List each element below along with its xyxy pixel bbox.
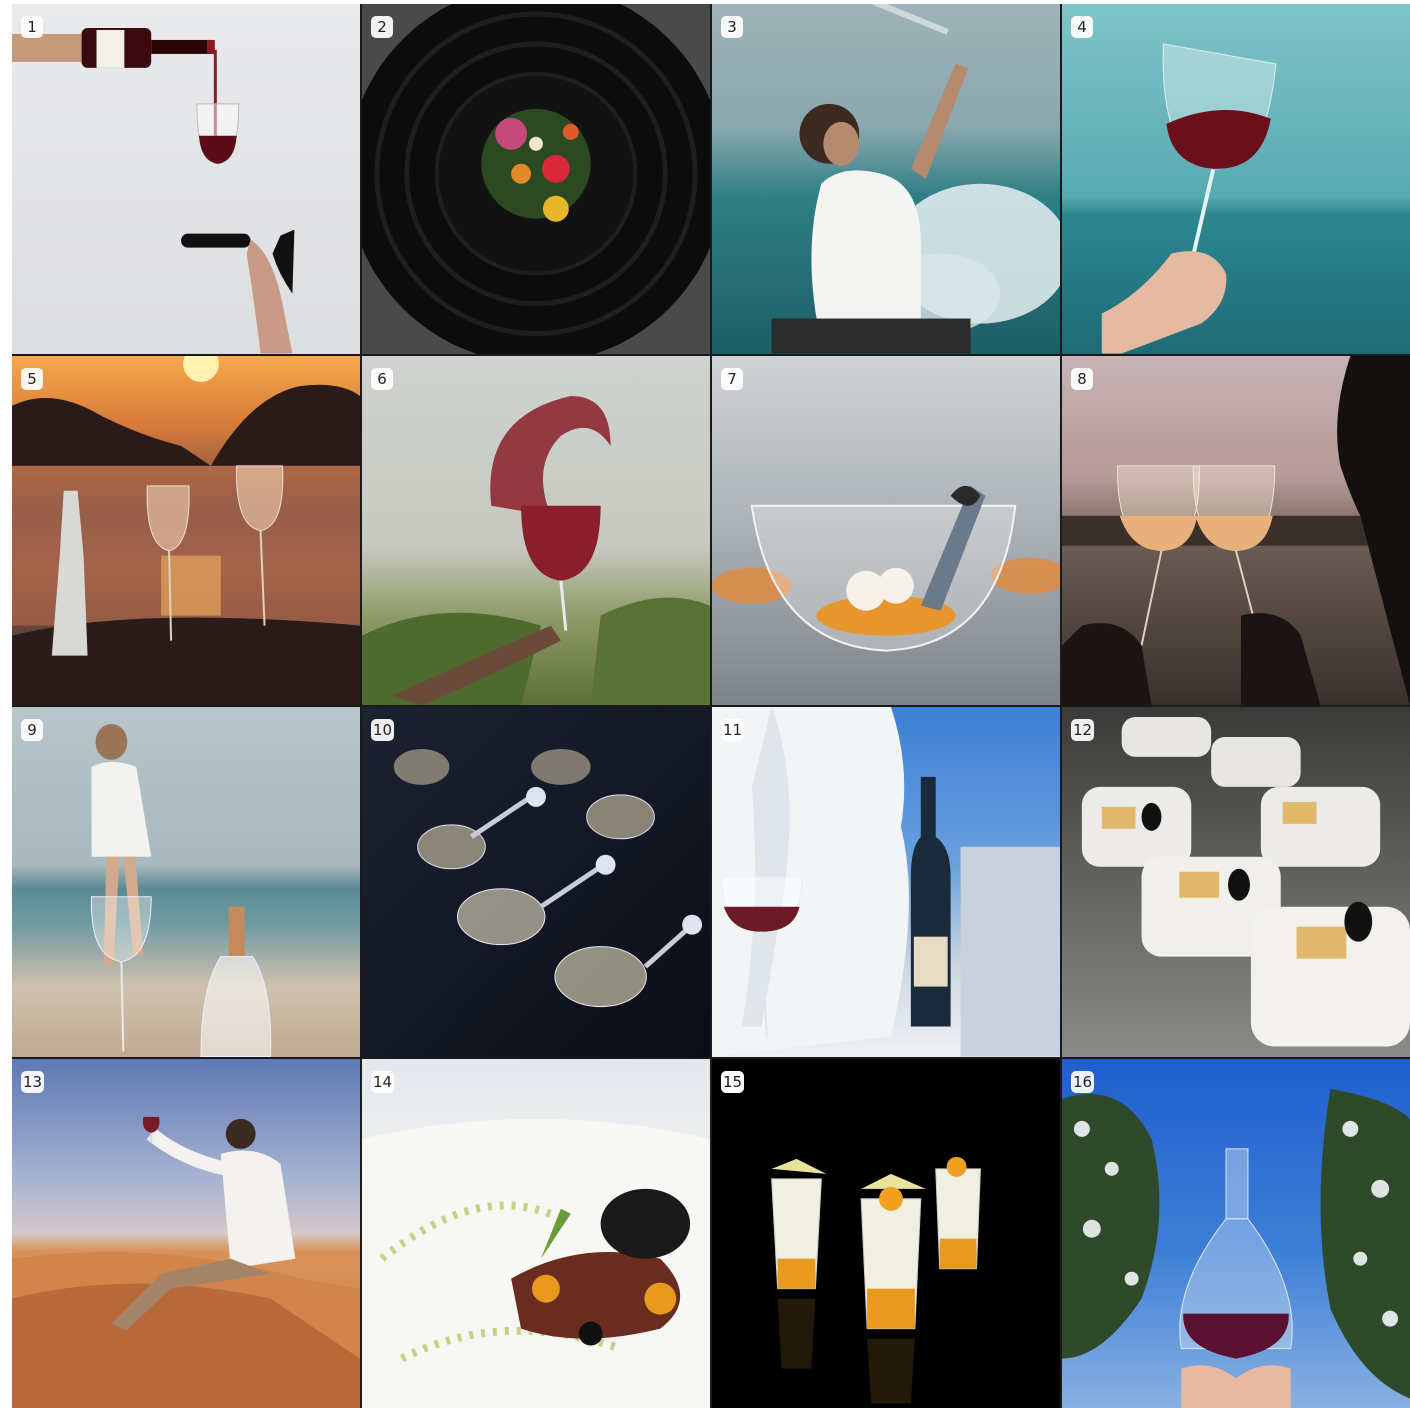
plate-illustration xyxy=(362,4,710,354)
photo-tile-wine-pour[interactable]: 1 xyxy=(12,4,360,354)
bowl-illustration xyxy=(712,485,1060,652)
toast-illustration xyxy=(1062,355,1410,705)
tile-number: 2 xyxy=(371,16,393,38)
photo-tile-dessert-plate[interactable]: 14 xyxy=(362,1058,710,1408)
tile-number: 15 xyxy=(721,1070,745,1093)
verrines-illustration xyxy=(771,1156,981,1404)
glass-sea-illustration xyxy=(1101,43,1277,354)
tile-number: 9 xyxy=(21,719,43,741)
photo-tile-beach-woman[interactable]: 9 xyxy=(12,707,360,1057)
tile-number: 12 xyxy=(1071,719,1095,741)
tile-number: 4 xyxy=(1071,16,1093,38)
tile-number: 5 xyxy=(21,367,43,390)
photo-tile-ice-bottle[interactable]: 11 xyxy=(712,707,1060,1057)
tile-number: 10 xyxy=(371,719,395,741)
photo-tile-glass-bowl[interactable]: 7 xyxy=(712,355,1060,705)
bites-illustration xyxy=(1081,716,1410,1047)
woman-splash-illustration xyxy=(771,4,1060,354)
decanter-illustration xyxy=(1062,1088,1410,1408)
photo-tile-wine-splash[interactable]: 6 xyxy=(362,355,710,705)
sunset-illustration xyxy=(12,355,360,705)
photo-tile-verrines[interactable]: 15 xyxy=(712,1058,1060,1408)
tile-number: 8 xyxy=(1071,367,1093,390)
tile-number: 1 xyxy=(21,16,43,38)
photo-tile-decanter[interactable]: 16 xyxy=(1062,1058,1410,1408)
photo-tile-dune[interactable]: 13 xyxy=(12,1058,360,1408)
dessert-illustration xyxy=(362,1118,710,1408)
beach-illustration xyxy=(90,723,272,1057)
tile-number: 6 xyxy=(371,367,393,390)
tile-number: 14 xyxy=(371,1070,395,1093)
dune-illustration xyxy=(12,1116,360,1408)
spoons-illustration xyxy=(393,748,703,1008)
photo-grid: 1 2 3 4 5 6 7 8 9 10 11 12 13 14 15 16 xyxy=(12,4,1410,1408)
wine-pour-illustration xyxy=(12,27,295,354)
splash-illustration xyxy=(362,395,710,705)
tile-number: 16 xyxy=(1071,1070,1095,1093)
photo-tile-silhouette[interactable]: 8 xyxy=(1062,355,1410,705)
tile-number: 13 xyxy=(21,1070,45,1093)
photo-tile-sunset[interactable]: 5 xyxy=(12,355,360,705)
photo-tile-caviar-bites[interactable]: 12 xyxy=(1062,707,1410,1057)
tile-number: 3 xyxy=(721,16,743,38)
ice-illustration xyxy=(712,707,1060,1057)
photo-tile-spoons[interactable]: 10 xyxy=(362,707,710,1057)
tile-number: 11 xyxy=(721,719,745,741)
photo-tile-glass-sea[interactable]: 4 xyxy=(1062,4,1410,354)
photo-tile-black-plate[interactable]: 2 xyxy=(362,4,710,354)
photo-tile-sea-splash[interactable]: 3 xyxy=(712,4,1060,354)
tile-number: 7 xyxy=(721,367,743,390)
